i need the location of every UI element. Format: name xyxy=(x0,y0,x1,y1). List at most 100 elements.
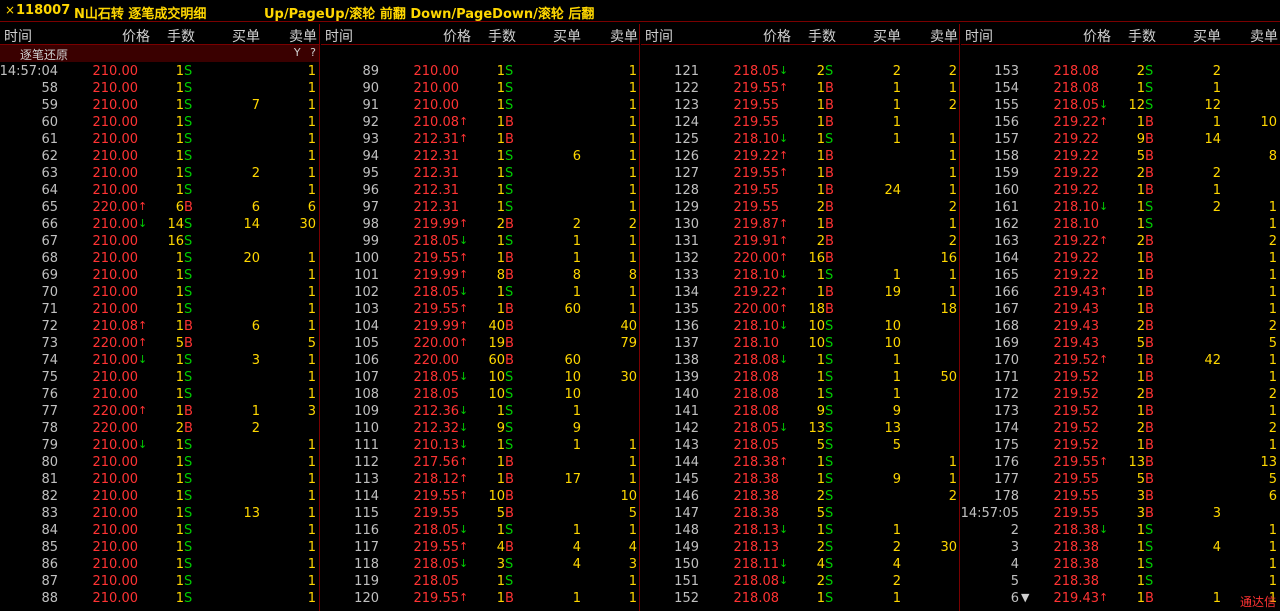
tick-row[interactable]: 143 218.05 5 S 5 xyxy=(641,438,960,455)
tick-row[interactable]: 81 210.00 1 S 1 xyxy=(0,472,319,489)
tick-row[interactable]: 120 219.55 ↑ 1 B 1 1 xyxy=(321,591,640,608)
tick-row[interactable]: 129 219.55 2 B 2 xyxy=(641,200,960,217)
tick-row[interactable]: 124 219.55 1 B 1 xyxy=(641,115,960,132)
tick-row[interactable]: 151 218.08 ↓ 2 S 2 xyxy=(641,574,960,591)
tick-row[interactable]: 146 218.38 2 S 2 xyxy=(641,489,960,506)
header-sell[interactable]: 卖单 xyxy=(610,26,638,46)
header-sell[interactable]: 卖单 xyxy=(1250,26,1278,46)
tick-row[interactable]: 119 218.05 1 S 1 xyxy=(321,574,640,591)
header-time[interactable]: 时间 xyxy=(965,26,993,46)
tick-row[interactable]: 88 210.00 1 S 1 xyxy=(0,591,319,608)
tick-row[interactable]: 115 219.55 5 B 5 xyxy=(321,506,640,523)
tick-row[interactable]: 87 210.00 1 S 1 xyxy=(0,574,319,591)
tick-row[interactable]: 73 220.00 ↑ 5 B 5 xyxy=(0,336,319,353)
tick-row[interactable]: 136 218.10 ↓ 10 S 10 xyxy=(641,319,960,336)
tick-row[interactable]: 93 212.31 ↑ 1 B 1 xyxy=(321,132,640,149)
tick-row[interactable]: 71 210.00 1 S 1 xyxy=(0,302,319,319)
tick-row[interactable]: 64 210.00 1 S 1 xyxy=(0,183,319,200)
header-price[interactable]: 价格 xyxy=(763,26,791,46)
tick-row[interactable]: 174 219.52 2 B 2 xyxy=(961,421,1280,438)
header-time[interactable]: 时间 xyxy=(4,26,32,46)
tick-row[interactable]: 171 219.52 1 B 1 xyxy=(961,370,1280,387)
tick-row[interactable]: 91 210.00 1 S 1 xyxy=(321,98,640,115)
tick-row[interactable]: 137 218.10 10 S 10 xyxy=(641,336,960,353)
tick-row[interactable]: 63 210.00 1 S 2 1 xyxy=(0,166,319,183)
tick-row[interactable]: 132 220.00 ↑ 16 B 16 xyxy=(641,251,960,268)
tick-row[interactable]: 164 219.22 1 B 1 xyxy=(961,251,1280,268)
header-qty[interactable]: 手数 xyxy=(488,26,516,46)
tick-row[interactable]: 109 212.36 ↓ 1 S 1 xyxy=(321,404,640,421)
tick-row[interactable]: 14:57:04 210.00 1 S 1 xyxy=(0,64,319,81)
tick-row[interactable]: 141 218.08 9 S 9 xyxy=(641,404,960,421)
tick-row[interactable]: 167 219.43 1 B 1 xyxy=(961,302,1280,319)
tick-row[interactable]: 156 219.22 ↑ 1 B 1 10 xyxy=(961,115,1280,132)
tick-row[interactable]: 147 218.38 5 S xyxy=(641,506,960,523)
tick-row[interactable]: 92 210.08 ↑ 1 B 1 xyxy=(321,115,640,132)
tick-row[interactable]: 142 218.05 ↓ 13 S 13 xyxy=(641,421,960,438)
tick-row[interactable]: 144 218.38 ↑ 1 S 1 xyxy=(641,455,960,472)
tick-row[interactable]: 155 218.05 ↓ 12 S 12 xyxy=(961,98,1280,115)
tick-row[interactable]: 6 219.43 ↑ ▼ 1 B 1 1 xyxy=(961,591,1280,608)
tick-row[interactable]: 85 210.00 1 S 1 xyxy=(0,540,319,557)
tick-row[interactable]: 59 210.00 1 S 7 1 xyxy=(0,98,319,115)
header-price[interactable]: 价格 xyxy=(443,26,471,46)
tick-row[interactable]: 105 220.00 ↑ 19 B 79 xyxy=(321,336,640,353)
tick-row[interactable]: 166 219.43 ↑ 1 B 1 xyxy=(961,285,1280,302)
tick-row[interactable]: 113 218.12 ↑ 1 B 17 1 xyxy=(321,472,640,489)
tick-row[interactable]: 158 219.22 5 B 8 xyxy=(961,149,1280,166)
tick-row[interactable]: 94 212.31 1 S 6 1 xyxy=(321,149,640,166)
tick-row[interactable]: 100 219.55 ↑ 1 B 1 1 xyxy=(321,251,640,268)
header-qty[interactable]: 手数 xyxy=(1128,26,1156,46)
tick-row[interactable]: 61 210.00 1 S 1 xyxy=(0,132,319,149)
tick-row[interactable]: 175 219.52 1 B 1 xyxy=(961,438,1280,455)
tick-row[interactable]: 157 219.22 9 B 14 xyxy=(961,132,1280,149)
tick-row[interactable]: 14:57:05 219.55 3 B 3 xyxy=(961,506,1280,523)
tick-row[interactable]: 62 210.00 1 S 1 xyxy=(0,149,319,166)
header-buy[interactable]: 买单 xyxy=(1193,26,1221,46)
tick-row[interactable]: 106 220.00 60 B 60 xyxy=(321,353,640,370)
tick-row[interactable]: 145 218.38 1 S 9 1 xyxy=(641,472,960,489)
tick-row[interactable]: 112 217.56 ↑ 1 B 1 xyxy=(321,455,640,472)
tick-row[interactable]: 84 210.00 1 S 1 xyxy=(0,523,319,540)
tick-row[interactable]: 130 219.87 ↑ 1 B 1 xyxy=(641,217,960,234)
tick-row[interactable]: 79 210.00 ↓ 1 S 1 xyxy=(0,438,319,455)
tick-row[interactable]: 97 212.31 1 S 1 xyxy=(321,200,640,217)
tick-row[interactable]: 138 218.08 ↓ 1 S 1 xyxy=(641,353,960,370)
tick-row[interactable]: 126 219.22 ↑ 1 B 1 xyxy=(641,149,960,166)
tick-row[interactable]: 66 210.00 ↓ 14 S 14 30 xyxy=(0,217,319,234)
tick-row[interactable]: 80 210.00 1 S 1 xyxy=(0,455,319,472)
header-time[interactable]: 时间 xyxy=(645,26,673,46)
tick-row[interactable]: 3 218.38 1 S 4 1 xyxy=(961,540,1280,557)
tick-row[interactable]: 165 219.22 1 B 1 xyxy=(961,268,1280,285)
tick-row[interactable]: 153 218.08 2 S 2 xyxy=(961,64,1280,81)
tick-row[interactable]: 107 218.05 ↓ 10 S 10 30 xyxy=(321,370,640,387)
tick-row[interactable]: 98 219.99 ↑ 2 B 2 2 xyxy=(321,217,640,234)
tick-row[interactable]: 163 219.22 ↑ 2 B 2 xyxy=(961,234,1280,251)
close-icon[interactable]: × xyxy=(5,3,15,17)
tick-row[interactable]: 118 218.05 ↓ 3 S 4 3 xyxy=(321,557,640,574)
tick-row[interactable]: 134 219.22 ↑ 1 B 19 1 xyxy=(641,285,960,302)
tick-row[interactable]: 131 219.91 ↑ 2 B 2 xyxy=(641,234,960,251)
tick-row[interactable]: 78 220.00 2 B 2 xyxy=(0,421,319,438)
tick-row[interactable]: 154 218.08 1 S 1 xyxy=(961,81,1280,98)
tick-row[interactable]: 4 218.38 1 S 1 xyxy=(961,557,1280,574)
tick-row[interactable]: 170 219.52 ↑ 1 B 42 1 xyxy=(961,353,1280,370)
tick-row[interactable]: 111 210.13 ↓ 1 S 1 1 xyxy=(321,438,640,455)
tick-row[interactable]: 114 219.55 ↑ 10 B 10 xyxy=(321,489,640,506)
header-price[interactable]: 价格 xyxy=(122,26,150,46)
tick-row[interactable]: 139 218.08 1 S 1 50 xyxy=(641,370,960,387)
tick-row[interactable]: 110 212.32 ↓ 9 S 9 xyxy=(321,421,640,438)
tick-row[interactable]: 169 219.43 5 B 5 xyxy=(961,336,1280,353)
tick-row[interactable]: 168 219.43 2 B 2 xyxy=(961,319,1280,336)
tick-row[interactable]: 173 219.52 1 B 1 xyxy=(961,404,1280,421)
tick-row[interactable]: 96 212.31 1 S 1 xyxy=(321,183,640,200)
tick-row[interactable]: 116 218.05 ↓ 1 S 1 1 xyxy=(321,523,640,540)
tick-row[interactable]: 160 219.22 1 B 1 xyxy=(961,183,1280,200)
tick-row[interactable]: 148 218.13 ↓ 1 S 1 xyxy=(641,523,960,540)
header-time[interactable]: 时间 xyxy=(325,26,353,46)
tick-row[interactable]: 135 220.00 ↑ 18 B 18 xyxy=(641,302,960,319)
tick-row[interactable]: 172 219.52 2 B 2 xyxy=(961,387,1280,404)
tick-row[interactable]: 150 218.11 ↓ 4 S 4 xyxy=(641,557,960,574)
tick-row[interactable]: 99 218.05 ↓ 1 S 1 1 xyxy=(321,234,640,251)
header-sell[interactable]: 卖单 xyxy=(930,26,958,46)
